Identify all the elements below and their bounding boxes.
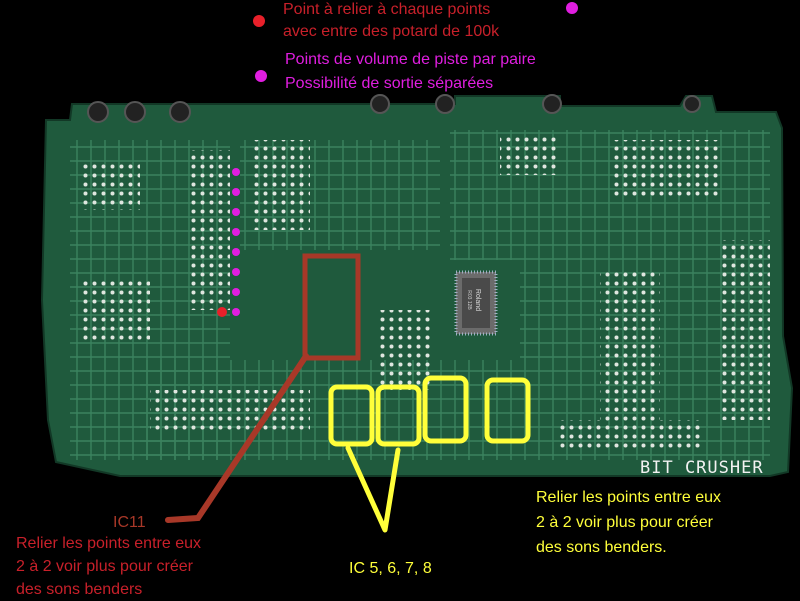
legend-magenta-dot xyxy=(566,2,578,14)
chip-brand-label: Roland xyxy=(474,289,481,311)
legend-red-line: Point à relier à chaque points xyxy=(283,1,491,18)
red-instruction-line: Relier les points entre eux xyxy=(16,535,201,552)
yellow-instruction-line: 2 à 2 voir plus pour créer xyxy=(536,514,713,531)
red-instruction-text: Relier les points entre eux 2 à 2 voir p… xyxy=(16,532,201,601)
red-instruction-line: des sons benders xyxy=(16,581,143,598)
legend-magenta-text: Points de volume de piste par paire Poss… xyxy=(285,48,536,96)
chip-part-label: R03 12B xyxy=(466,290,472,310)
legend-magenta-line: Possibilité de sortie séparées xyxy=(285,75,494,92)
ic11-label: IC11 xyxy=(113,514,146,531)
legend-magenta-dot xyxy=(255,70,267,82)
ic-group-label: IC 5, 6, 7, 8 xyxy=(349,560,432,577)
yellow-instruction-line: Relier les points entre eux xyxy=(536,489,721,506)
red-instruction-line: 2 à 2 voir plus pour créer xyxy=(16,558,193,575)
legend-red-text: Point à relier à chaque points avec entr… xyxy=(283,0,499,43)
board-red-dot xyxy=(217,307,227,317)
legend-red-dot xyxy=(253,15,265,27)
brand-label: BIT CRUSHER xyxy=(640,458,764,478)
legend-red-line: avec entre des potard de 100k xyxy=(283,23,500,40)
yellow-instruction-line: des sons benders. xyxy=(536,539,667,556)
roland-chip: Roland R03 12B xyxy=(454,270,498,336)
yellow-instruction-text: Relier les points entre eux 2 à 2 voir p… xyxy=(536,485,721,560)
legend-magenta-line: Points de volume de piste par paire xyxy=(285,51,536,68)
